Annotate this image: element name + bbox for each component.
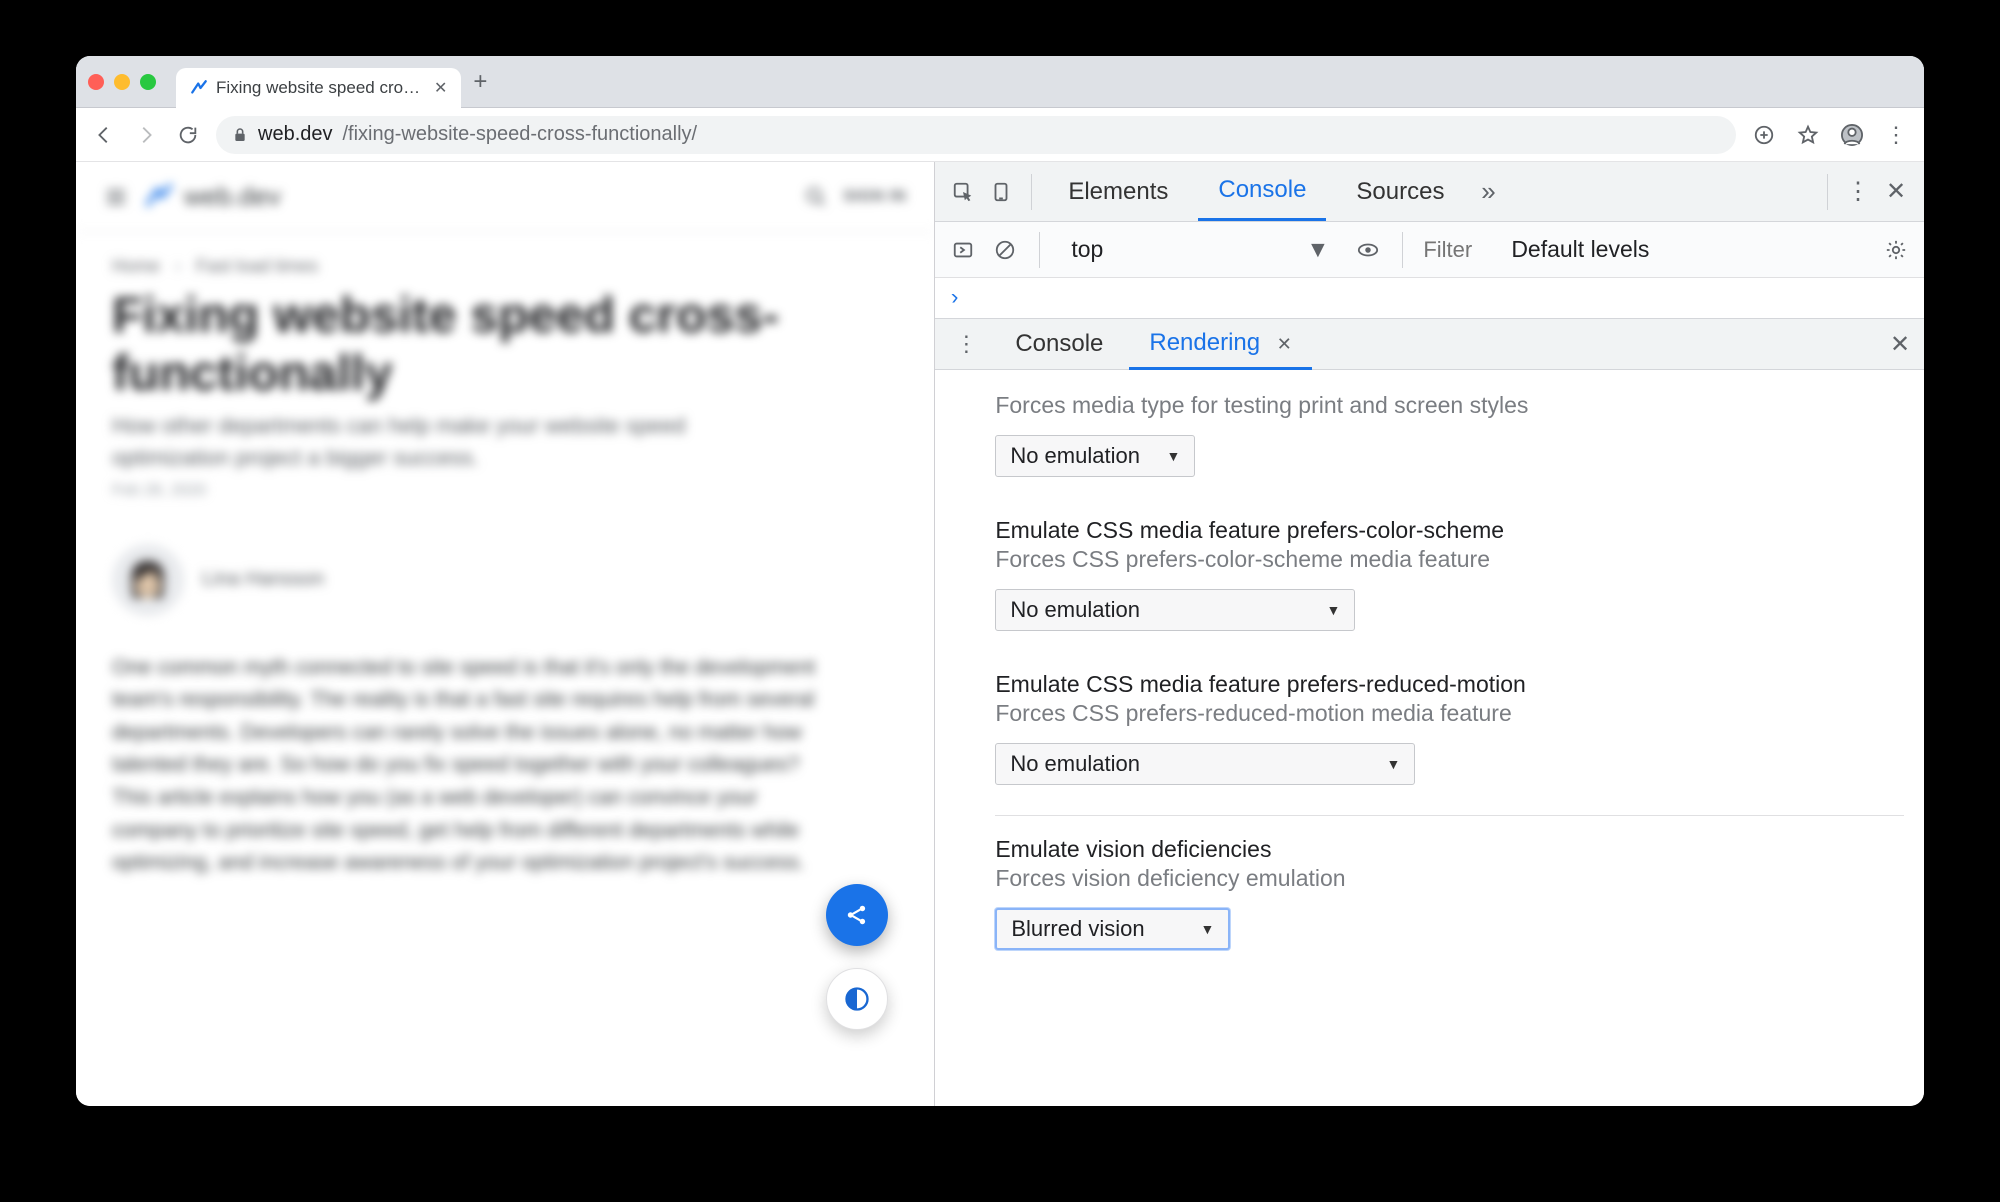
tab-console[interactable]: Console <box>1198 162 1326 221</box>
reduced-motion-select[interactable]: No emulation ▼ <box>995 743 1415 785</box>
chevron-down-icon: ▼ <box>1386 756 1400 772</box>
reduced-motion-label: Emulate CSS media feature prefers-reduce… <box>995 671 1904 698</box>
install-app-icon[interactable] <box>1750 121 1778 149</box>
console-toolbar: top ▼ Default levels <box>935 222 1924 278</box>
webpage-viewport: web.dev SIGN IN Home › Fast load times F… <box>76 162 935 1106</box>
url-toolbar: web.dev/fixing-website-speed-cross-funct… <box>76 108 1924 162</box>
url-path: /fixing-website-speed-cross-functionally… <box>343 123 698 146</box>
rendering-panel[interactable]: Forces media type for testing print and … <box>935 370 1924 1106</box>
tab-close-icon[interactable]: ✕ <box>434 78 447 98</box>
drawer-menu-icon[interactable]: ⋮ <box>945 331 989 357</box>
chevron-down-icon: ▼ <box>1200 921 1214 937</box>
crumb-section[interactable]: Fast load times <box>196 256 318 276</box>
crumb-home[interactable]: Home <box>112 256 160 276</box>
share-fab[interactable] <box>826 884 888 946</box>
drawer-tab-console[interactable]: Console <box>995 320 1123 368</box>
window-minimize-button[interactable] <box>114 74 130 90</box>
traffic-lights <box>88 74 166 90</box>
profile-avatar-icon[interactable] <box>1838 121 1866 149</box>
reduced-motion-desc: Forces CSS prefers-reduced-motion media … <box>995 700 1904 727</box>
tab-elements[interactable]: Elements <box>1048 164 1188 220</box>
device-toolbar-icon[interactable] <box>987 178 1015 206</box>
vision-deficiency-select[interactable]: Blurred vision ▼ <box>995 908 1230 950</box>
log-levels-selector[interactable]: Default levels <box>1511 236 1649 263</box>
dropdown-triangle-icon: ▼ <box>1307 236 1330 263</box>
site-brand[interactable]: web.dev <box>144 181 281 212</box>
console-filter-input[interactable] <box>1423 232 1497 268</box>
tab-sources[interactable]: Sources <box>1336 164 1464 220</box>
select-value: Blurred vision <box>1011 916 1144 942</box>
breadcrumb: Home › Fast load times <box>76 232 934 277</box>
author-name: Lina Hansson <box>202 568 324 591</box>
drawer-tab-label: Rendering <box>1149 329 1260 356</box>
media-type-desc: Forces media type for testing print and … <box>995 392 1904 419</box>
color-scheme-desc: Forces CSS prefers-color-scheme media fe… <box>995 546 1904 573</box>
devtools-menu-icon[interactable]: ⋮ <box>1844 178 1872 206</box>
hamburger-icon[interactable] <box>104 185 128 209</box>
tab-strip: Fixing website speed cross-fun ✕ + <box>76 56 1924 108</box>
brand-label: web.dev <box>184 181 281 212</box>
tab-title: Fixing website speed cross-fun <box>216 78 426 98</box>
window-maximize-button[interactable] <box>140 74 156 90</box>
page-subtitle: How other departments can help make your… <box>76 410 836 474</box>
chevron-down-icon: ▼ <box>1166 448 1180 464</box>
more-tabs-icon[interactable]: » <box>1474 178 1502 206</box>
live-expression-icon[interactable] <box>1354 236 1382 264</box>
devtools-tabbar: Elements Console Sources » ⋮ ✕ <box>935 162 1924 222</box>
console-output: › <box>935 278 1924 318</box>
drawer-close-icon[interactable]: ✕ <box>1886 330 1914 358</box>
reload-button[interactable] <box>174 121 202 149</box>
lock-icon <box>232 127 248 143</box>
search-icon[interactable] <box>805 186 827 208</box>
devtools-close-icon[interactable]: ✕ <box>1882 178 1910 206</box>
devtools-panel: Elements Console Sources » ⋮ ✕ <box>935 162 1924 1106</box>
article-body: One common myth connected to site speed … <box>76 652 876 880</box>
page-title: Fixing website speed cross-functionally <box>76 277 856 410</box>
forward-button[interactable] <box>132 121 160 149</box>
drawer-tab-rendering[interactable]: Rendering ✕ <box>1129 319 1312 370</box>
sign-in-link[interactable]: SIGN IN <box>843 188 906 206</box>
vision-desc: Forces vision deficiency emulation <box>995 865 1904 892</box>
browser-menu-icon[interactable]: ⋮ <box>1882 121 1910 149</box>
back-button[interactable] <box>90 121 118 149</box>
browser-tab[interactable]: Fixing website speed cross-fun ✕ <box>176 68 461 108</box>
media-type-select[interactable]: No emulation ▼ <box>995 435 1195 477</box>
color-scheme-label: Emulate CSS media feature prefers-color-… <box>995 517 1904 544</box>
inspect-element-icon[interactable] <box>949 178 977 206</box>
select-value: No emulation <box>1010 443 1140 469</box>
chrome-window: Fixing website speed cross-fun ✕ + web.d… <box>76 56 1924 1106</box>
url-bar[interactable]: web.dev/fixing-website-speed-cross-funct… <box>216 116 1736 154</box>
author-avatar: 👩🏻 <box>112 544 184 616</box>
chevron-down-icon: ▼ <box>1326 602 1340 618</box>
page-date: Feb 28, 2020 <box>76 474 934 508</box>
clear-console-icon[interactable] <box>991 236 1019 264</box>
favicon-icon <box>190 79 208 97</box>
theme-fab[interactable] <box>826 968 888 1030</box>
new-tab-button[interactable]: + <box>471 73 489 91</box>
context-selector[interactable]: top ▼ <box>1060 231 1340 269</box>
color-scheme-select[interactable]: No emulation ▼ <box>995 589 1355 631</box>
select-value: No emulation <box>1010 751 1140 777</box>
console-sidebar-toggle-icon[interactable] <box>949 236 977 264</box>
bookmark-star-icon[interactable] <box>1794 121 1822 149</box>
window-close-button[interactable] <box>88 74 104 90</box>
console-prompt-icon: › <box>950 284 960 311</box>
select-value: No emulation <box>1010 597 1140 623</box>
drawer-tabbar: ⋮ Console Rendering ✕ ✕ <box>935 318 1924 370</box>
drawer-tab-close-icon[interactable]: ✕ <box>1277 334 1292 354</box>
url-host: web.dev <box>258 123 333 146</box>
console-settings-icon[interactable] <box>1882 236 1910 264</box>
context-value: top <box>1071 236 1103 263</box>
vision-label: Emulate vision deficiencies <box>995 836 1904 863</box>
